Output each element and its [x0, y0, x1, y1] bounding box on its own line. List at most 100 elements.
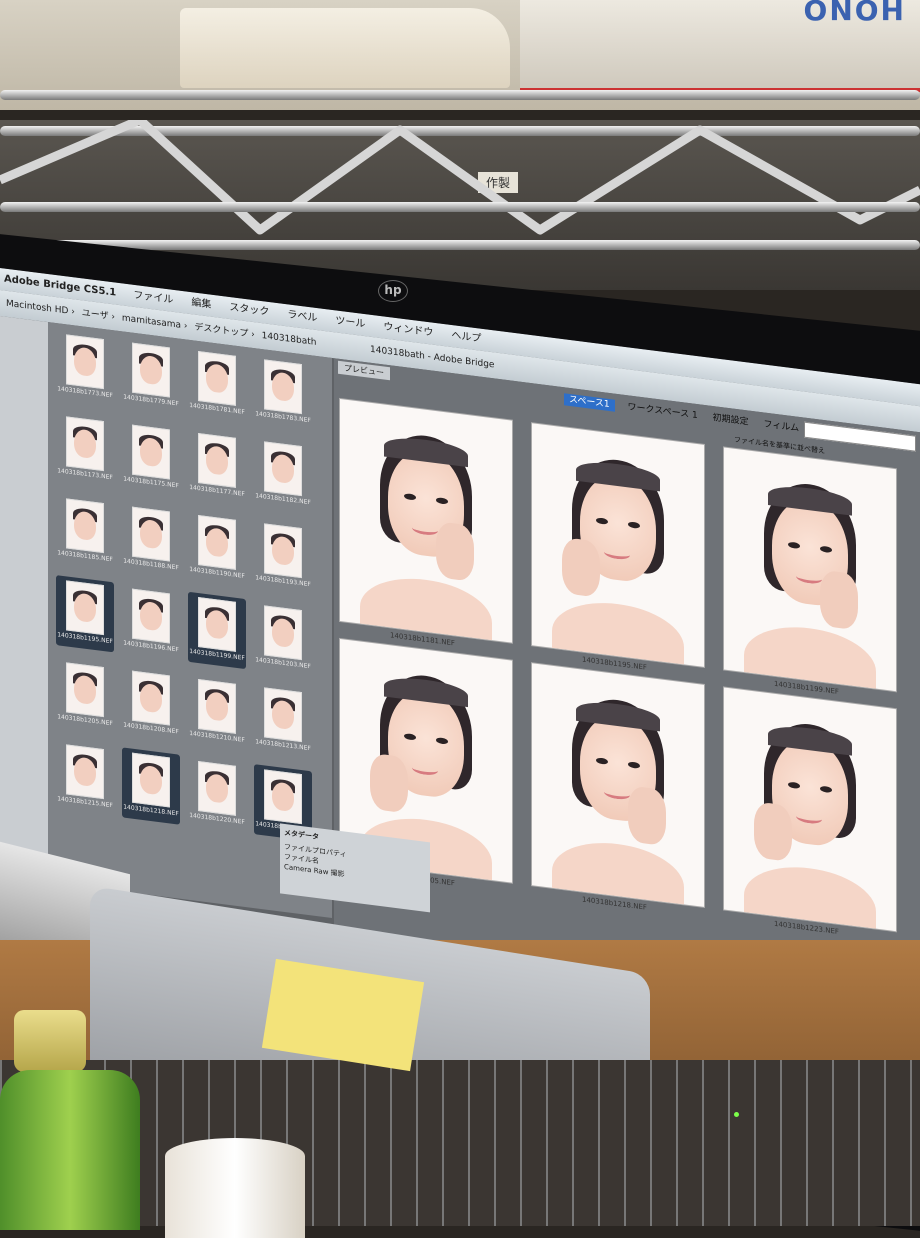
shelf-bar — [0, 202, 920, 212]
thumbnail[interactable]: 140318b1783.NEF — [254, 354, 312, 431]
sidebar-panel[interactable] — [0, 316, 48, 883]
thumbnail[interactable]: 140318b1193.NEF — [254, 518, 312, 595]
photo-shoulders — [360, 571, 492, 643]
bottle-body — [0, 1070, 140, 1230]
photo-hand — [628, 785, 666, 847]
photo-hand — [820, 569, 858, 631]
photo-shoulders — [744, 619, 876, 692]
thumbnail[interactable]: 140318b1203.NEF — [254, 600, 312, 677]
menu-item[interactable]: スタック — [229, 302, 269, 318]
thumbnail-image — [66, 662, 104, 718]
preview-photo[interactable] — [340, 398, 512, 643]
thumbnail[interactable]: 140318b1177.NEF — [188, 428, 246, 505]
thumbnail[interactable]: 140318b1210.NEF — [188, 674, 246, 751]
photo-hand — [562, 536, 600, 598]
thumbnail[interactable]: 140318b1188.NEF — [122, 501, 180, 578]
preview-photo[interactable] — [532, 663, 704, 907]
paper-cup — [165, 1138, 305, 1238]
thumbnail[interactable]: 140318b1185.NEF — [56, 493, 114, 570]
thumbnail-caption: 140318b1781.NEF — [189, 401, 245, 416]
breadcrumb-item[interactable]: mamitasama › — [122, 313, 190, 332]
thumbnail[interactable]: 140318b1175.NEF — [122, 419, 180, 496]
tea-bottle — [0, 1010, 140, 1230]
photo-shoulders — [552, 835, 684, 907]
breadcrumb-item[interactable]: デスクトップ › — [194, 323, 257, 341]
thumbnail[interactable]: 140318b1220.NEF — [188, 756, 246, 833]
thumbnail[interactable]: 140318b1182.NEF — [254, 436, 312, 513]
preview-photo[interactable] — [724, 687, 896, 932]
thumbnail-image — [132, 342, 170, 398]
thumbnail-image — [264, 441, 302, 497]
photo-shoulders — [552, 595, 684, 667]
thumbnail-caption: 140318b1779.NEF — [123, 393, 179, 408]
workspace-item[interactable]: ワークスペース 1 — [628, 402, 698, 421]
thumbnail-caption: 140318b1213.NEF — [255, 738, 311, 753]
thumbnail-image — [264, 769, 302, 825]
thumbnail-caption: 140318b1175.NEF — [123, 475, 179, 490]
thumbnail-caption: 140318b1783.NEF — [255, 410, 311, 425]
menu-item[interactable]: ヘルプ — [451, 330, 481, 345]
thumbnail-image — [198, 679, 236, 734]
thumbnail-image — [264, 523, 302, 579]
thumbnail[interactable]: 140318b1213.NEF — [254, 682, 312, 759]
preview-panel: プレビュー スペース1 ワークスペース 1 初期設定 フィルム ファイル名を基準… — [334, 358, 920, 1013]
workspace-item[interactable]: 初期設定 — [713, 413, 749, 428]
thumbnail[interactable]: 140318b1781.NEF — [188, 346, 246, 423]
thumbnail[interactable]: 140318b1173.NEF — [56, 411, 114, 488]
thumbnail[interactable]: 140318b1205.NEF — [56, 657, 114, 734]
thumbnail[interactable]: 140318b1773.NEF — [56, 329, 114, 406]
box-brand-text: ONOH — [803, 0, 906, 27]
thumbnail[interactable]: 140318b1208.NEF — [122, 665, 180, 742]
bottle-cap — [14, 1010, 86, 1072]
thumbnail[interactable]: 140318b1199.NEF — [188, 591, 246, 670]
thumbnail-image — [198, 515, 236, 570]
thumbnail[interactable]: 140318b1190.NEF — [188, 510, 246, 587]
thumbnail-caption: 140318b1215.NEF — [57, 795, 113, 810]
workspace-active-button[interactable]: スペース1 — [564, 393, 615, 412]
thumbnail-caption: 140318b1203.NEF — [255, 656, 311, 671]
tab-preview[interactable]: プレビュー — [338, 360, 390, 381]
thumbnail-image — [66, 498, 104, 554]
thumbnail-image — [198, 351, 236, 406]
power-indicator-icon — [734, 1112, 739, 1117]
shelf-bar — [0, 90, 920, 100]
thumbnail[interactable]: 140318b1196.NEF — [122, 583, 180, 660]
menu-item[interactable]: ファイル — [133, 290, 173, 306]
thumbnail-image — [198, 597, 236, 652]
hp-logo: hp — [378, 280, 408, 302]
photo-hand — [754, 801, 792, 863]
thumbnail-caption: 140318b1218.NEF — [123, 803, 179, 818]
thumbnail-image — [132, 752, 170, 808]
thumbnail-caption: 140318b1193.NEF — [255, 574, 311, 589]
thumbnail[interactable]: 140318b1195.NEF — [56, 575, 114, 653]
thumbnail-caption: 140318b1173.NEF — [57, 467, 113, 482]
thumbnail[interactable]: 140318b1779.NEF — [122, 337, 180, 414]
breadcrumb-item[interactable]: ユーザ › — [82, 308, 118, 323]
thumbnail-image — [132, 506, 170, 562]
storage-box: ONOH — [520, 0, 920, 92]
photo-hand — [370, 752, 408, 814]
thumbnail[interactable]: 140318b1215.NEF — [56, 739, 114, 816]
thumbnail-image — [66, 580, 104, 636]
thumbnail-caption: 140318b1208.NEF — [123, 721, 179, 736]
breadcrumb-item[interactable]: Macintosh HD › — [6, 299, 78, 318]
thumbnail-caption: 140318b1182.NEF — [255, 492, 311, 507]
thumbnail-image — [198, 433, 236, 488]
thumbnail-image — [264, 605, 302, 661]
preview-photo[interactable] — [532, 423, 704, 667]
breadcrumb-item[interactable]: 140318bath — [262, 331, 317, 348]
workspace-item[interactable]: フィルム — [764, 419, 800, 434]
thumbnail-caption: 140318b1773.NEF — [57, 385, 113, 400]
menu-item[interactable]: ラベル — [287, 309, 317, 324]
thumbnail-image — [132, 588, 170, 644]
menu-item[interactable]: 編集 — [191, 297, 211, 311]
thumbnail-caption: 140318b1205.NEF — [57, 713, 113, 728]
thumbnail-image — [66, 334, 104, 390]
thumbnail[interactable]: 140318b1218.NEF — [122, 747, 180, 825]
menu-item[interactable]: ウィンドウ — [383, 321, 433, 338]
thumbnail-image — [66, 416, 104, 472]
thumbnail-caption: 140318b1210.NEF — [189, 729, 245, 744]
photo-hand — [436, 521, 474, 582]
preview-photo[interactable] — [724, 447, 896, 692]
menu-item[interactable]: ツール — [335, 315, 365, 330]
